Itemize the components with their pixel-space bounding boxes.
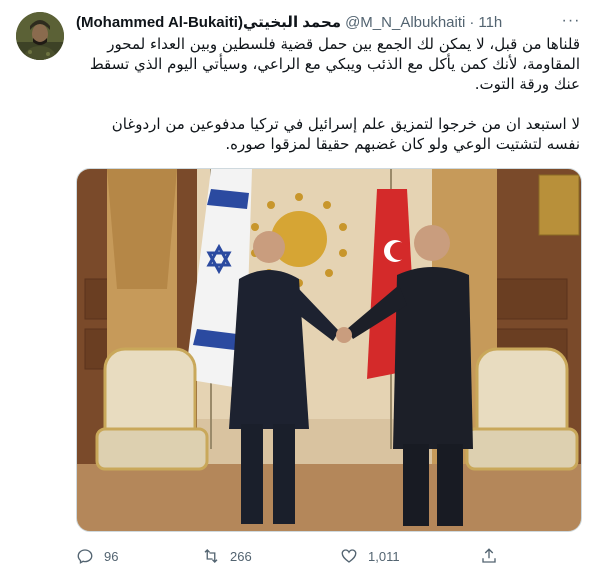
- avatar[interactable]: [16, 12, 64, 60]
- user-handle[interactable]: @M_N_Albukhaiti: [345, 14, 465, 31]
- separator: ·: [469, 13, 475, 31]
- reply-count: 96: [104, 548, 119, 564]
- tweet-photo[interactable]: [76, 168, 582, 532]
- photo-illustration: [77, 169, 581, 531]
- retweet-button[interactable]: 266: [202, 547, 252, 565]
- share-button[interactable]: [480, 547, 498, 565]
- tweet-text-paragraph-1: قلناها من قبل، لا يمكن لك الجمع بين حمل …: [89, 35, 580, 93]
- reply-button[interactable]: 96: [76, 547, 118, 565]
- display-name[interactable]: (Mohammed Al-Bukaiti)محمد البخيتي: [76, 13, 341, 31]
- retweet-icon: [204, 549, 218, 563]
- reply-icon: [77, 549, 93, 564]
- retweet-count: 266: [230, 548, 252, 564]
- tweet-text-paragraph-2: لا استبعد ان من خرجوا لتمزيق علم إسرائيل…: [111, 115, 580, 153]
- timestamp[interactable]: 11h: [478, 14, 502, 31]
- tweet[interactable]: (Mohammed Al-Bukaiti)محمد البخيتي @M_N_A…: [0, 0, 598, 577]
- share-icon: [482, 548, 496, 563]
- heart-icon: [341, 549, 357, 563]
- like-button[interactable]: 1,011: [340, 547, 400, 565]
- tweet-actions: 96 266 1,011: [76, 544, 576, 568]
- like-count: 1,011: [368, 548, 400, 564]
- more-options-icon[interactable]: ···: [560, 12, 582, 32]
- tweet-header: (Mohammed Al-Bukaiti)محمد البخيتي @M_N_A…: [76, 12, 558, 32]
